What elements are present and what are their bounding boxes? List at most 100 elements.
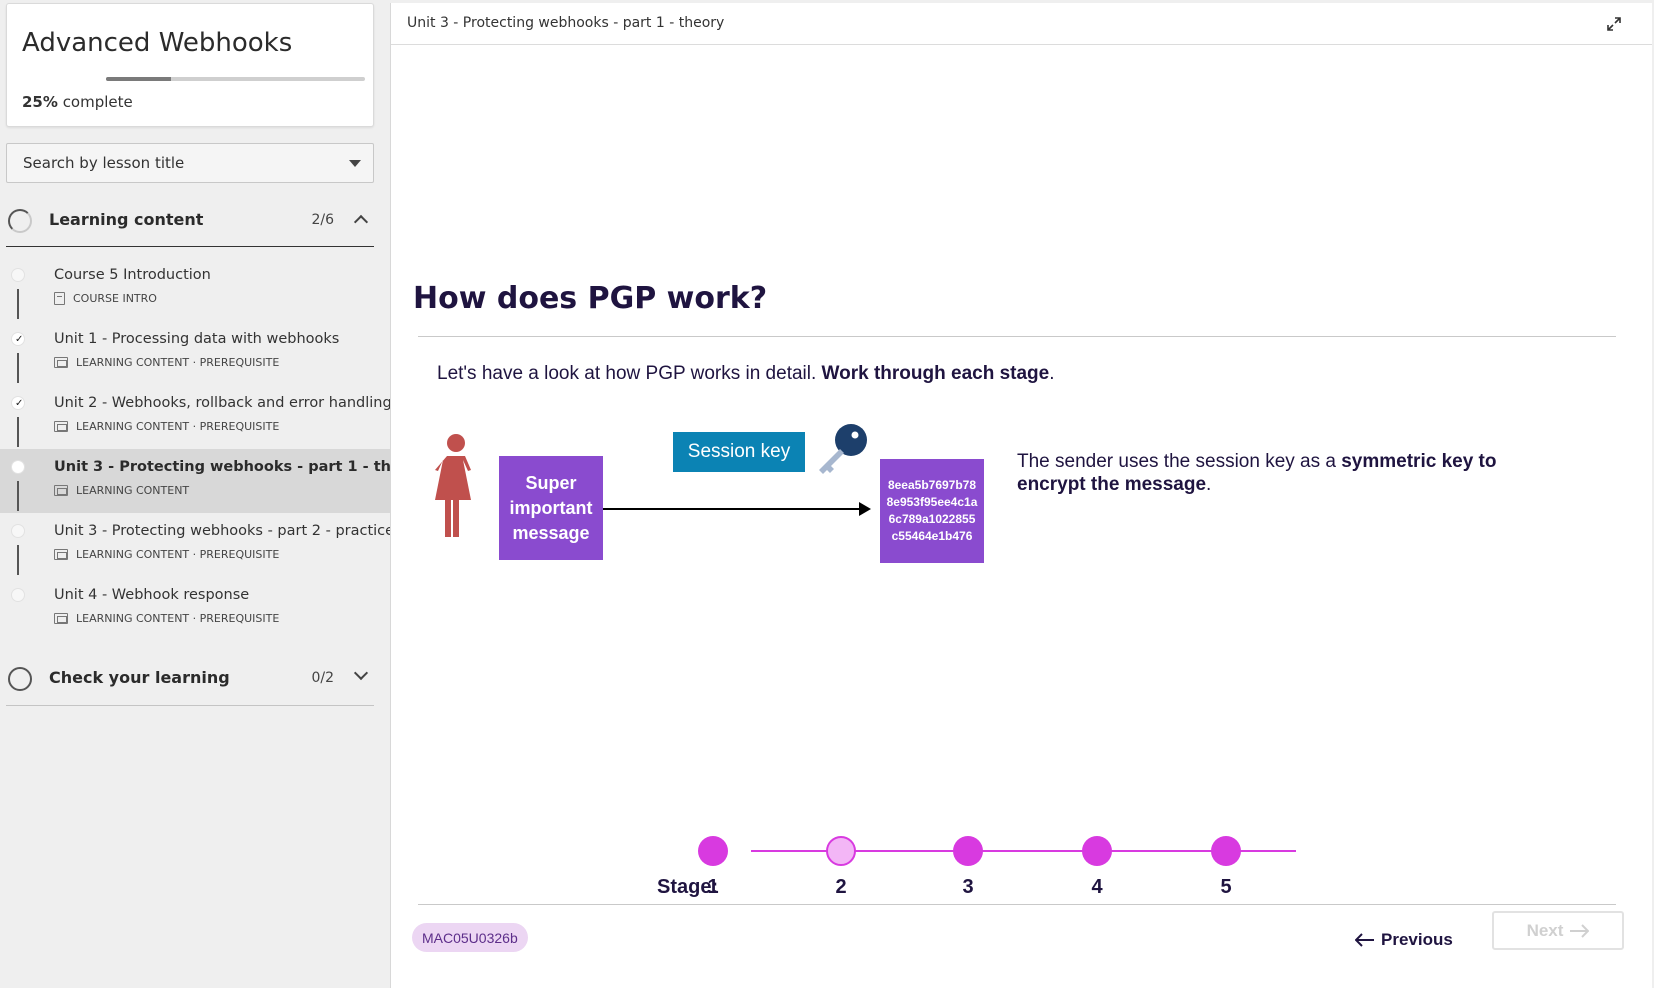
stage-2-label: 2: [835, 876, 847, 898]
lesson-item[interactable]: ✓ Unit 2 - Webhooks, rollback and error h…: [0, 385, 392, 449]
section-count: 2/6: [311, 212, 334, 228]
footer-divider: [418, 904, 1616, 905]
stage-4-dot[interactable]: [1082, 836, 1112, 866]
key-icon: [819, 424, 867, 474]
stage-2-dot[interactable]: [826, 836, 856, 866]
lesson-item[interactable]: Course 5 Introduction COURSE INTRO: [0, 257, 390, 321]
lesson-item[interactable]: Unit 4 - Webhook response LEARNING CONTEN…: [0, 577, 390, 641]
previous-label: Previous: [1381, 930, 1453, 949]
stage-1-label: 1: [707, 876, 719, 898]
checkmark-icon: ✓: [15, 398, 24, 409]
status-dot-icon: [11, 524, 25, 538]
expand-icon[interactable]: [1606, 16, 1622, 32]
lesson-topbar: Unit 3 - Protecting webhooks - part 1 - …: [391, 3, 1652, 45]
stage-4-label: 4: [1091, 876, 1103, 898]
arrow-left-icon: [1355, 933, 1374, 947]
status-dot-icon: [11, 588, 25, 602]
arrow-right-icon: [1570, 923, 1590, 938]
section-divider: [6, 246, 374, 247]
timeline-connector: [17, 545, 19, 575]
stage-3-dot[interactable]: [953, 836, 983, 866]
timeline-connector: [17, 481, 19, 511]
slides-icon: [54, 549, 68, 560]
timeline-connector: [17, 353, 19, 383]
timeline-connector: [17, 289, 19, 319]
course-progress-fill: [106, 77, 171, 81]
slide-divider: [418, 336, 1616, 337]
progress-ring-icon: [8, 209, 32, 233]
plaintext-message-box: Super important message: [499, 456, 603, 560]
lesson-title: Unit 3 - Protecting webhooks - part 2 - …: [54, 523, 395, 539]
explain-end: .: [1206, 474, 1212, 495]
lesson-title: Unit 2 - Webhooks, rollback and error ha…: [54, 395, 392, 411]
course-sidebar: Advanced Webhooks 25% complete Search by…: [0, 0, 427, 988]
ciphertext-box: 8eea5b7697b788e953f95ee4c1a6c789a1022855…: [880, 459, 984, 563]
lesson-item[interactable]: Unit 3 - Protecting webhooks - part 2 - …: [0, 513, 394, 577]
section-check-your-learning[interactable]: Check your learning 0/2: [6, 654, 374, 704]
slides-icon: [54, 357, 68, 368]
next-button[interactable]: Next: [1492, 911, 1624, 950]
lesson-title: Unit 4 - Webhook response: [54, 587, 250, 603]
lesson-code-badge: MAC05U0326b: [412, 923, 528, 952]
lesson-meta-text: LEARNING CONTENT: [76, 484, 190, 497]
lesson-meta: COURSE INTRO: [54, 292, 157, 305]
lesson-meta: LEARNING CONTENT · PREREQUISITE: [54, 612, 279, 625]
course-progress-suffix: complete: [62, 93, 133, 111]
section-divider: [6, 705, 374, 706]
section-count: 0/2: [311, 670, 334, 686]
course-title: Advanced Webhooks: [22, 28, 293, 58]
lesson-item[interactable]: Unit 3 - Protecting webhooks - part 1 - …: [0, 449, 427, 513]
stage-explanation: The sender uses the session key as a sym…: [1017, 450, 1537, 496]
checkmark-icon: ✓: [15, 334, 24, 345]
status-dot-icon: [11, 460, 25, 474]
person-icon: [435, 434, 471, 537]
course-progress-text: 25% complete: [22, 93, 133, 111]
slide-title: How does PGP work?: [413, 281, 768, 316]
stage-1-dot[interactable]: [698, 836, 728, 866]
lesson-meta: LEARNING CONTENT · PREREQUISITE: [54, 356, 279, 369]
explain-text: The sender uses the session key as a: [1017, 451, 1342, 472]
slides-icon: [54, 421, 68, 432]
lesson-title: Course 5 Introduction: [54, 267, 211, 283]
intro-text: Let's have a look at how PGP works in de…: [437, 363, 822, 384]
section-learning-content[interactable]: Learning content 2/6: [6, 196, 374, 246]
lesson-title: Unit 1 - Processing data with webhooks: [54, 331, 340, 347]
session-key-label: Session key: [673, 432, 805, 472]
stage-5-dot[interactable]: [1211, 836, 1241, 866]
completed-check-icon: ✓: [11, 396, 25, 410]
lesson-meta: LEARNING CONTENT · PREREQUISITE: [54, 548, 279, 561]
intro-emphasis: Work through each stage: [821, 363, 1050, 384]
lesson-viewer: Unit 3 - Protecting webhooks - part 1 - …: [390, 3, 1652, 988]
lesson-search-placeholder: Search by lesson title: [23, 154, 185, 172]
lesson-title: Unit 3 - Protecting webhooks - part 1 - …: [54, 459, 428, 475]
slides-icon: [54, 485, 68, 496]
caret-down-icon: [349, 160, 361, 167]
course-progress-value: 25%: [22, 93, 58, 111]
status-dot-icon: [11, 268, 25, 282]
lesson-search-select[interactable]: Search by lesson title: [6, 143, 374, 183]
encrypt-arrow-line: [603, 508, 866, 510]
course-card: Advanced Webhooks 25% complete: [6, 3, 374, 127]
document-icon: [54, 292, 65, 305]
lesson-item[interactable]: ✓ Unit 1 - Processing data with webhooks L…: [0, 321, 390, 385]
lesson-meta-text: LEARNING CONTENT · PREREQUISITE: [76, 612, 280, 625]
slides-icon: [54, 613, 68, 624]
timeline-connector: [17, 417, 19, 447]
lesson-breadcrumb: Unit 3 - Protecting webhooks - part 1 - …: [407, 15, 725, 31]
chevron-up-icon[interactable]: [353, 214, 369, 230]
lesson-meta-text: LEARNING CONTENT · PREREQUISITE: [76, 356, 280, 369]
lesson-meta-text: COURSE INTRO: [73, 292, 157, 305]
slide-intro: Let's have a look at how PGP works in de…: [437, 363, 1055, 385]
lesson-meta-text: LEARNING CONTENT · PREREQUISITE: [76, 420, 280, 433]
stage-5-label: 5: [1220, 876, 1232, 898]
chevron-down-icon[interactable]: [353, 665, 369, 681]
lesson-meta-text: LEARNING CONTENT · PREREQUISITE: [76, 548, 280, 561]
lesson-meta: LEARNING CONTENT · PREREQUISITE: [54, 420, 279, 433]
stage-3-label: 3: [962, 876, 974, 898]
next-label: Next: [1526, 920, 1564, 940]
progress-ring-icon: [8, 667, 32, 691]
arrow-head-icon: [859, 502, 871, 516]
lesson-meta: LEARNING CONTENT: [54, 484, 189, 497]
previous-button[interactable]: Previous: [1355, 925, 1453, 955]
intro-end: .: [1049, 363, 1055, 384]
